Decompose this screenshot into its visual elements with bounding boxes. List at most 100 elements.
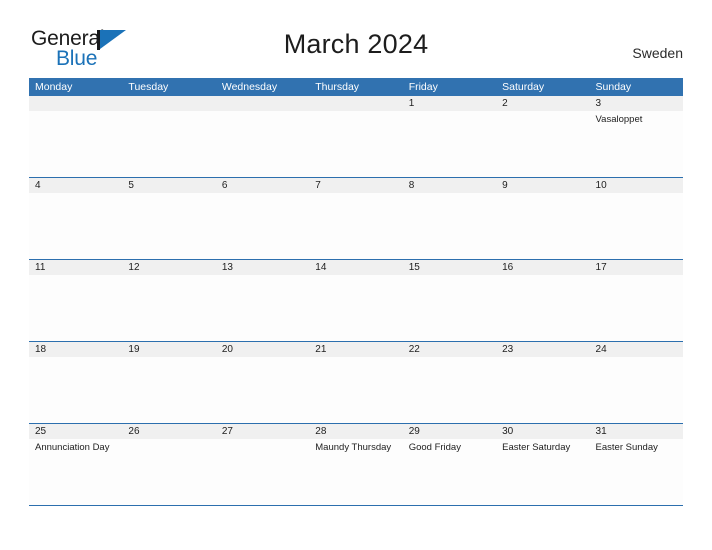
page-title: March 2024	[283, 29, 429, 59]
calendar-day-cell[interactable]: 27	[215, 424, 310, 505]
day-event-list	[496, 357, 589, 360]
weekday-header-thursday: Thursday	[315, 81, 360, 93]
day-number: 4	[29, 178, 123, 193]
calendar-day-cell[interactable]: 18	[29, 342, 123, 423]
day-event-list	[496, 111, 589, 114]
day-event-list	[216, 275, 309, 278]
day-number	[309, 96, 403, 111]
calendar-grid: Monday Tuesday Wednesday Thursday Friday…	[29, 78, 683, 506]
day-event-list	[403, 193, 496, 196]
calendar-day-cell[interactable]: 10	[589, 178, 683, 259]
calendar-day-cell[interactable]: 8	[402, 178, 497, 259]
calendar-day-cell[interactable]: 25 Annunciation Day	[29, 424, 123, 505]
holiday-event-label: Easter Sunday	[595, 442, 658, 453]
day-number: 6	[215, 178, 310, 193]
calendar-day-cell[interactable]: 13	[215, 260, 310, 341]
day-event-list: Good Friday	[403, 439, 496, 454]
calendar-day-cell[interactable]: 2	[496, 96, 590, 177]
day-event-list: Annunciation Day	[29, 439, 122, 454]
day-event-list	[29, 275, 122, 278]
day-number: 15	[402, 260, 497, 275]
calendar-day-cell-empty	[215, 96, 310, 177]
calendar-day-cell[interactable]: 16	[496, 260, 590, 341]
day-event-list	[122, 357, 215, 360]
day-event-list	[403, 357, 496, 360]
day-number: 11	[29, 260, 123, 275]
day-number: 18	[29, 342, 123, 357]
calendar-day-cell[interactable]: 12	[122, 260, 216, 341]
weekday-header-friday: Friday	[408, 81, 438, 93]
day-number: 13	[215, 260, 310, 275]
day-event-list	[216, 193, 309, 196]
calendar-day-cell[interactable]: 28 Maundy Thursday	[309, 424, 403, 505]
day-event-list	[29, 357, 122, 360]
day-event-list	[216, 439, 309, 442]
calendar-day-cell[interactable]: 15	[402, 260, 497, 341]
country-label: Sweden	[632, 45, 683, 61]
calendar-day-cell[interactable]: 24	[589, 342, 683, 423]
calendar-day-cell[interactable]: 17	[589, 260, 683, 341]
day-number: 17	[589, 260, 683, 275]
calendar-day-cell[interactable]: 19	[122, 342, 216, 423]
day-number	[215, 96, 310, 111]
calendar-day-cell[interactable]: 9	[496, 178, 590, 259]
calendar-day-cell[interactable]: 7	[309, 178, 403, 259]
calendar-day-cell[interactable]: 22	[402, 342, 497, 423]
day-event-list: Easter Saturday	[496, 439, 589, 454]
day-number: 27	[215, 424, 310, 439]
calendar-week-row: 11 12 13 14 15 16 17	[29, 259, 683, 341]
day-event-list	[309, 275, 402, 278]
calendar-day-cell[interactable]: 14	[309, 260, 403, 341]
day-event-list	[122, 111, 215, 114]
calendar-day-cell[interactable]: 6	[215, 178, 310, 259]
day-number	[122, 96, 216, 111]
weekday-header-wednesday: Wednesday	[221, 81, 278, 93]
calendar-page: General Blue March 2024 Sweden Monday Tu…	[0, 0, 712, 550]
day-number: 3	[589, 96, 683, 111]
day-number: 28	[309, 424, 403, 439]
day-number: 23	[496, 342, 590, 357]
day-number: 5	[122, 178, 216, 193]
day-event-list: Vasaloppet	[590, 111, 683, 126]
day-event-list	[216, 357, 309, 360]
holiday-event-label: Maundy Thursday	[315, 442, 392, 453]
calendar-week-row: 1 2 3 Vasaloppet	[29, 96, 683, 177]
day-event-list	[122, 275, 215, 278]
calendar-day-cell[interactable]: 5	[122, 178, 216, 259]
day-number: 2	[496, 96, 590, 111]
calendar-day-cell[interactable]: 11	[29, 260, 123, 341]
day-event-list	[496, 275, 589, 278]
day-event-list	[216, 111, 309, 114]
day-event-list	[122, 193, 215, 196]
weekday-header-sunday: Sunday	[595, 81, 632, 93]
day-event-list	[122, 439, 215, 442]
calendar-day-cell[interactable]: 1	[402, 96, 497, 177]
calendar-bottom-border	[29, 505, 683, 506]
day-event-list: Easter Sunday	[590, 439, 683, 454]
calendar-day-cell[interactable]: 30 Easter Saturday	[496, 424, 590, 505]
calendar-week-row: 18 19 20 21 22 23 24	[29, 341, 683, 423]
calendar-day-cell[interactable]: 4	[29, 178, 123, 259]
holiday-event-label: Good Friday	[408, 442, 461, 453]
day-event-list	[29, 193, 122, 196]
day-event-list	[309, 193, 402, 196]
weekday-header-monday: Monday	[35, 81, 73, 93]
calendar-day-cell[interactable]: 3 Vasaloppet	[589, 96, 683, 177]
day-event-list	[309, 357, 402, 360]
day-event-list	[403, 111, 496, 114]
calendar-day-cell[interactable]: 31 Easter Sunday	[589, 424, 683, 505]
day-number: 22	[402, 342, 497, 357]
calendar-day-cell[interactable]: 21	[309, 342, 403, 423]
calendar-week-row: 4 5 6 7 8 9 10	[29, 177, 683, 259]
day-number: 31	[589, 424, 683, 439]
calendar-week-row: 25 Annunciation Day 26 27 28 Maundy Thursday 2…	[29, 423, 683, 505]
calendar-day-cell[interactable]: 29 Good Friday	[402, 424, 497, 505]
day-event-list	[590, 275, 683, 278]
calendar-day-cell[interactable]: 20	[215, 342, 310, 423]
holiday-event-label: Annunciation Day	[35, 442, 110, 453]
day-number: 19	[122, 342, 216, 357]
calendar-day-cell[interactable]: 23	[496, 342, 590, 423]
day-number: 8	[402, 178, 497, 193]
calendar-day-cell[interactable]: 26	[122, 424, 216, 505]
day-number: 30	[496, 424, 590, 439]
